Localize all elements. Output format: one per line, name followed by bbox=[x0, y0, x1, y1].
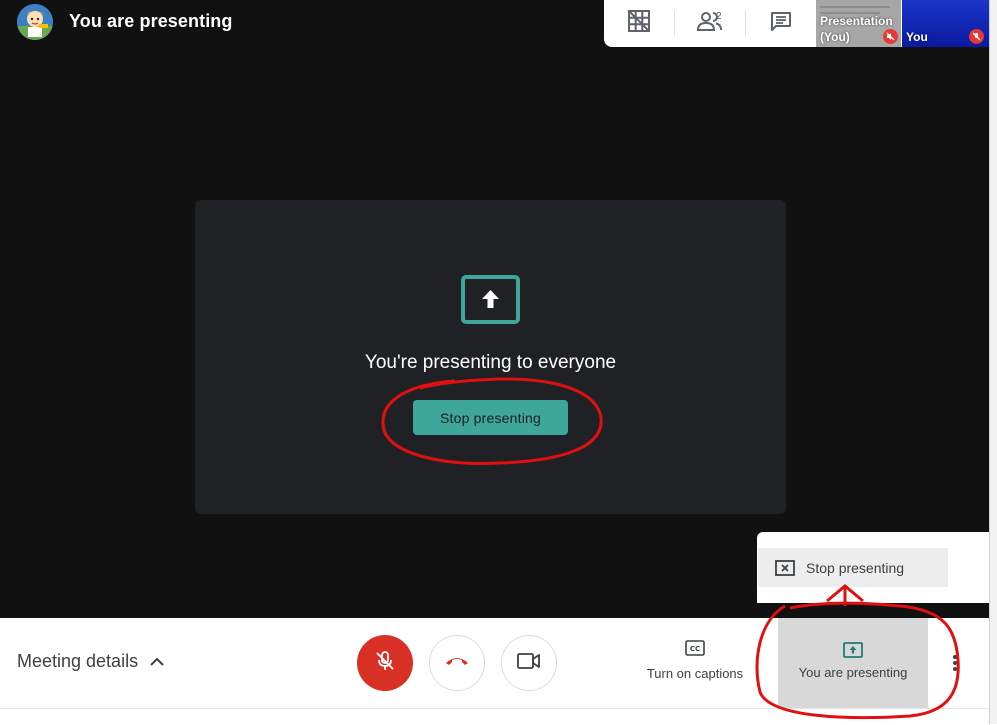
captions-icon: CC bbox=[685, 640, 705, 660]
mic-muted-icon bbox=[883, 29, 898, 44]
window-scrollbar-edge bbox=[989, 0, 997, 724]
page-title: You are presenting bbox=[69, 11, 233, 31]
leave-call-button[interactable] bbox=[429, 635, 485, 691]
grid-layout-button[interactable] bbox=[604, 0, 674, 47]
present-now-button[interactable]: You are presenting bbox=[778, 618, 928, 708]
grid-layout-icon bbox=[628, 10, 650, 37]
chat-icon bbox=[770, 11, 792, 36]
presenting-card: You're presenting to everyone Stop prese… bbox=[195, 200, 786, 514]
stop-presenting-button[interactable]: Stop presenting bbox=[413, 400, 568, 435]
tile-name-you: You bbox=[906, 30, 928, 44]
captions-label: Turn on captions bbox=[646, 666, 744, 681]
present-options-popup: Stop presenting bbox=[757, 532, 989, 603]
hangup-icon bbox=[444, 654, 470, 672]
mic-toggle-button[interactable] bbox=[357, 635, 413, 691]
window-bottom-edge bbox=[0, 708, 989, 725]
people-button[interactable] bbox=[675, 0, 745, 47]
present-to-all-icon bbox=[461, 275, 520, 330]
mic-off-icon bbox=[374, 650, 396, 677]
svg-text:CC: CC bbox=[690, 645, 700, 653]
camera-toggle-button[interactable] bbox=[501, 635, 557, 691]
more-options-button[interactable] bbox=[952, 654, 958, 677]
bottom-toolbar: Meeting details CC Turn on captions You … bbox=[0, 618, 989, 708]
people-count-badge: 2 bbox=[716, 11, 722, 22]
camera-icon bbox=[517, 652, 541, 675]
participant-tile-you[interactable]: You bbox=[902, 0, 989, 47]
popup-stop-presenting-item[interactable]: Stop presenting bbox=[758, 548, 948, 587]
meeting-details-button[interactable]: Meeting details bbox=[17, 651, 164, 672]
presenting-label: You are presenting bbox=[798, 665, 908, 680]
meeting-stage: You are presenting You're presenting to … bbox=[0, 0, 989, 618]
captions-button[interactable]: CC Turn on captions bbox=[640, 640, 750, 688]
popup-item-label: Stop presenting bbox=[806, 559, 905, 576]
participant-tile-presentation[interactable]: Presentation (You) bbox=[816, 0, 901, 47]
present-to-all-icon bbox=[843, 642, 863, 662]
meeting-details-label: Meeting details bbox=[17, 651, 139, 671]
more-vert-icon bbox=[952, 655, 958, 676]
avatar bbox=[17, 4, 53, 40]
presenting-message: You're presenting to everyone bbox=[364, 352, 617, 373]
mic-muted-icon bbox=[969, 29, 984, 44]
chevron-up-icon bbox=[138, 651, 164, 672]
stop-share-icon bbox=[775, 559, 795, 576]
chat-button[interactable] bbox=[746, 0, 816, 47]
